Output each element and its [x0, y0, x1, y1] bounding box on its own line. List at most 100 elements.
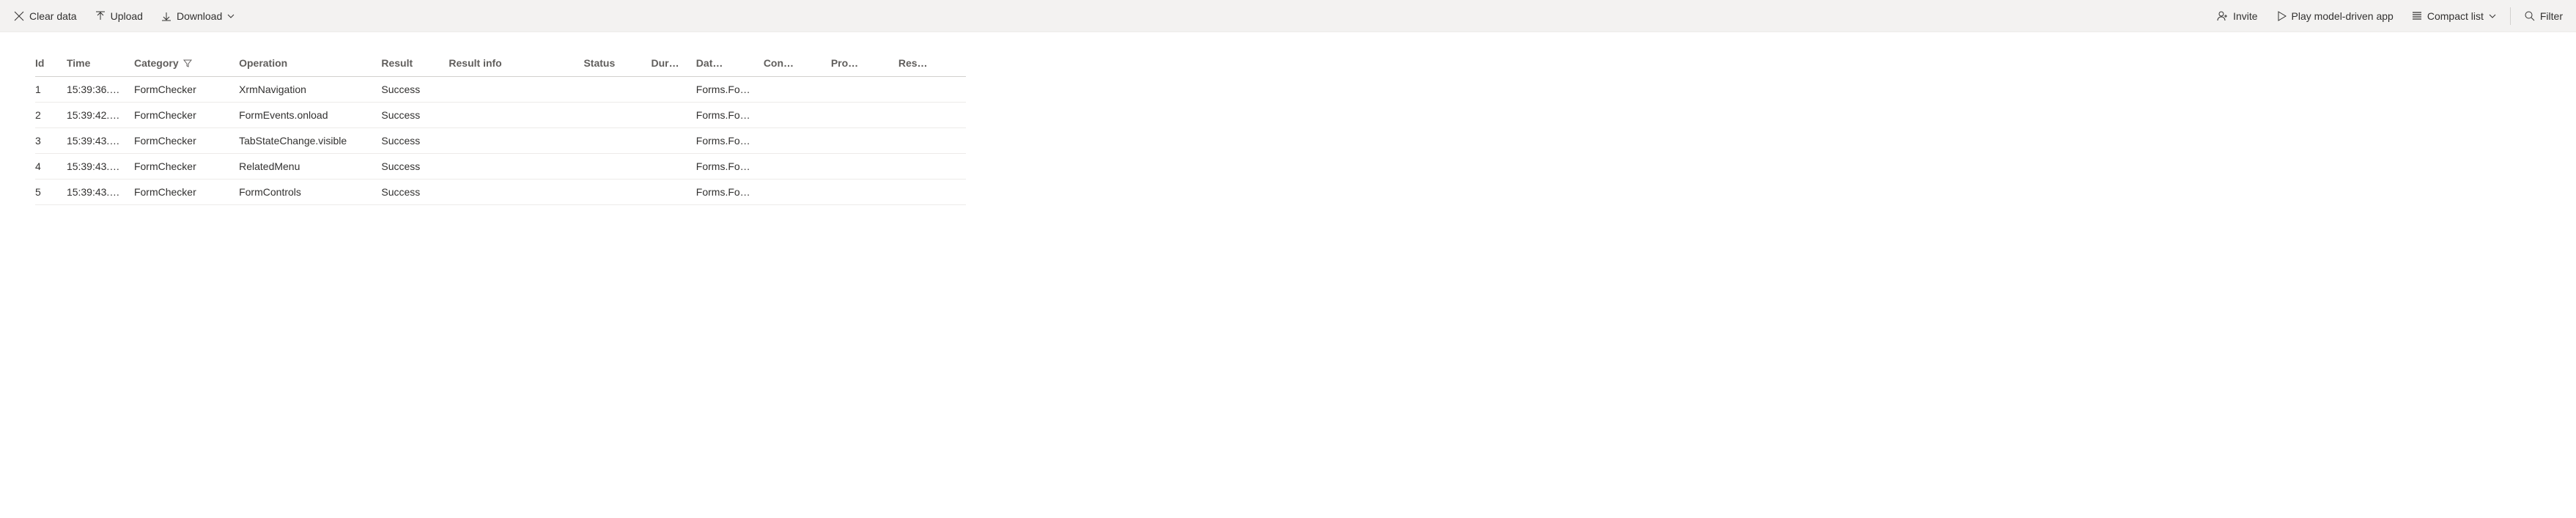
cell-dat: Forms.Fo… — [696, 103, 764, 128]
cell-operation: RelatedMenu — [239, 154, 381, 180]
chevron-down-icon — [226, 12, 235, 21]
col-header-id[interactable]: Id — [35, 50, 67, 77]
cell-dur — [651, 103, 695, 128]
cell-operation: TabStateChange.visible — [239, 128, 381, 154]
clear-data-label: Clear data — [29, 10, 77, 22]
cell-dur — [651, 180, 695, 205]
cell-result: Success — [381, 103, 449, 128]
cell-res — [898, 128, 966, 154]
cell-pro — [831, 128, 898, 154]
cell-operation: XrmNavigation — [239, 77, 381, 103]
cell-result-info — [449, 128, 583, 154]
upload-icon — [95, 10, 106, 22]
filter-label: Filter — [2540, 10, 2563, 22]
header-row: Id Time Category Operation Result Result… — [35, 50, 966, 77]
upload-button[interactable]: Upload — [87, 6, 150, 26]
cell-status — [583, 128, 651, 154]
play-button[interactable]: Play model-driven app — [2268, 6, 2401, 26]
cell-category: FormChecker — [134, 77, 239, 103]
cell-category: FormChecker — [134, 180, 239, 205]
cell-operation: FormControls — [239, 180, 381, 205]
cell-status — [583, 103, 651, 128]
clear-data-button[interactable]: Clear data — [6, 6, 84, 26]
download-icon — [160, 10, 172, 22]
cell-pro — [831, 154, 898, 180]
cell-id: 4 — [35, 154, 67, 180]
cell-status — [583, 180, 651, 205]
cell-dat: Forms.Fo… — [696, 154, 764, 180]
invite-label: Invite — [2233, 10, 2257, 22]
play-label: Play model-driven app — [2292, 10, 2394, 22]
filter-button[interactable]: Filter — [2517, 6, 2570, 26]
cell-con — [764, 180, 831, 205]
col-header-status[interactable]: Status — [583, 50, 651, 77]
table-container: Id Time Category Operation Result Result… — [0, 32, 975, 205]
person-add-icon — [2217, 10, 2229, 22]
download-button[interactable]: Download — [153, 6, 243, 26]
cell-status — [583, 77, 651, 103]
table-row[interactable]: 2 15:39:42.… FormChecker FormEvents.onlo… — [35, 103, 966, 128]
cell-category: FormChecker — [134, 128, 239, 154]
list-icon — [2411, 10, 2423, 22]
toolbar-separator — [2510, 7, 2511, 25]
cell-operation: FormEvents.onload — [239, 103, 381, 128]
cell-dat: Forms.Fo… — [696, 180, 764, 205]
cell-dat: Forms.Fo… — [696, 77, 764, 103]
cell-time: 15:39:43.… — [67, 180, 134, 205]
cell-result: Success — [381, 154, 449, 180]
cell-result: Success — [381, 77, 449, 103]
cell-time: 15:39:42.… — [67, 103, 134, 128]
cell-con — [764, 103, 831, 128]
cell-res — [898, 103, 966, 128]
cell-dur — [651, 77, 695, 103]
cell-time: 15:39:36.… — [67, 77, 134, 103]
cell-result: Success — [381, 128, 449, 154]
col-header-operation[interactable]: Operation — [239, 50, 381, 77]
cell-id: 1 — [35, 77, 67, 103]
cell-status — [583, 154, 651, 180]
table-row[interactable]: 1 15:39:36.… FormChecker XrmNavigation S… — [35, 77, 966, 103]
toolbar-right: Invite Play model-driven app Compact lis… — [2210, 6, 2570, 26]
cell-result: Success — [381, 180, 449, 205]
col-header-category[interactable]: Category — [134, 50, 239, 77]
col-header-dur[interactable]: Dur… — [651, 50, 695, 77]
cell-pro — [831, 77, 898, 103]
close-icon — [13, 10, 25, 22]
cell-pro — [831, 180, 898, 205]
data-table: Id Time Category Operation Result Result… — [35, 50, 966, 205]
cell-result-info — [449, 77, 583, 103]
search-icon — [2524, 10, 2536, 22]
cell-result-info — [449, 180, 583, 205]
download-label: Download — [177, 10, 222, 22]
upload-label: Upload — [111, 10, 143, 22]
cell-id: 5 — [35, 180, 67, 205]
cell-time: 15:39:43.… — [67, 128, 134, 154]
table-header: Id Time Category Operation Result Result… — [35, 50, 966, 77]
col-header-con[interactable]: Con… — [764, 50, 831, 77]
col-header-time[interactable]: Time — [67, 50, 134, 77]
play-icon — [2276, 10, 2287, 22]
toolbar-left: Clear data Upload Download — [6, 6, 243, 26]
col-header-res[interactable]: Res… — [898, 50, 966, 77]
cell-con — [764, 77, 831, 103]
cell-category: FormChecker — [134, 103, 239, 128]
cell-result-info — [449, 154, 583, 180]
col-header-dat[interactable]: Dat… — [696, 50, 764, 77]
cell-con — [764, 154, 831, 180]
cell-con — [764, 128, 831, 154]
col-header-pro[interactable]: Pro… — [831, 50, 898, 77]
cell-time: 15:39:43.… — [67, 154, 134, 180]
table-row[interactable]: 3 15:39:43.… FormChecker TabStateChange.… — [35, 128, 966, 154]
cell-res — [898, 180, 966, 205]
invite-button[interactable]: Invite — [2210, 6, 2265, 26]
table-row[interactable]: 4 15:39:43.… FormChecker RelatedMenu Suc… — [35, 154, 966, 180]
table-body: 1 15:39:36.… FormChecker XrmNavigation S… — [35, 77, 966, 205]
cell-res — [898, 154, 966, 180]
compact-list-button[interactable]: Compact list — [2404, 6, 2504, 26]
col-header-result-info[interactable]: Result info — [449, 50, 583, 77]
cell-res — [898, 77, 966, 103]
cell-pro — [831, 103, 898, 128]
cell-result-info — [449, 103, 583, 128]
col-header-result[interactable]: Result — [381, 50, 449, 77]
table-row[interactable]: 5 15:39:43.… FormChecker FormControls Su… — [35, 180, 966, 205]
